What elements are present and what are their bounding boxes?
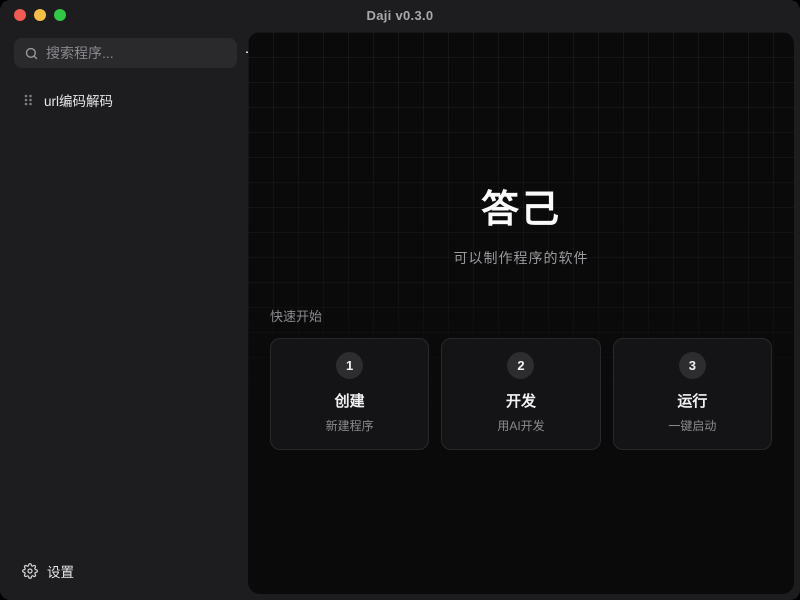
sidebar-spacer [14,116,234,554]
main-content: 答己 可以制作程序的软件 快速开始 1 创建 新建程序 2 开发 用AI开发 [248,178,794,594]
program-list: url编码解码 [14,84,234,116]
window-title: Daji v0.3.0 [367,8,434,23]
quick-start-section: 快速开始 1 创建 新建程序 2 开发 用AI开发 3 运行 [270,306,772,450]
titlebar: Daji v0.3.0 [0,0,800,30]
gear-icon [22,563,38,579]
program-item-url-codec[interactable]: url编码解码 [14,84,234,116]
search-icon [24,46,39,61]
step-badge: 1 [336,352,363,379]
settings-label: 设置 [47,561,74,581]
card-develop[interactable]: 2 开发 用AI开发 [441,338,600,450]
card-title: 运行 [624,390,761,411]
settings-button[interactable]: 设置 [14,554,234,588]
card-run[interactable]: 3 运行 一键启动 [613,338,772,450]
search-box[interactable] [14,38,237,68]
hero: 答己 可以制作程序的软件 [270,178,772,268]
search-input[interactable] [46,45,227,61]
quick-start-cards: 1 创建 新建程序 2 开发 用AI开发 3 运行 一键启动 [270,338,772,450]
step-badge: 3 [679,352,706,379]
drag-handle-icon[interactable] [22,93,34,107]
app-subtitle: 可以制作程序的软件 [270,248,772,268]
close-window-button[interactable] [14,9,26,21]
card-subtitle: 用AI开发 [452,417,589,434]
app-window: Daji v0.3.0 + [0,0,800,600]
card-subtitle: 一键启动 [624,417,761,434]
card-subtitle: 新建程序 [281,417,418,434]
app-title: 答己 [270,178,772,233]
quick-start-label: 快速开始 [270,306,772,325]
minimize-window-button[interactable] [34,9,46,21]
traffic-lights [14,9,66,21]
sidebar: + url编码解码 设置 [0,30,248,600]
card-title: 创建 [281,390,418,411]
zoom-window-button[interactable] [54,9,66,21]
search-row: + [14,38,234,68]
card-title: 开发 [452,390,589,411]
main-panel: 答己 可以制作程序的软件 快速开始 1 创建 新建程序 2 开发 用AI开发 [248,32,794,594]
step-badge: 2 [507,352,534,379]
card-create[interactable]: 1 创建 新建程序 [270,338,429,450]
program-item-label: url编码解码 [44,90,113,110]
